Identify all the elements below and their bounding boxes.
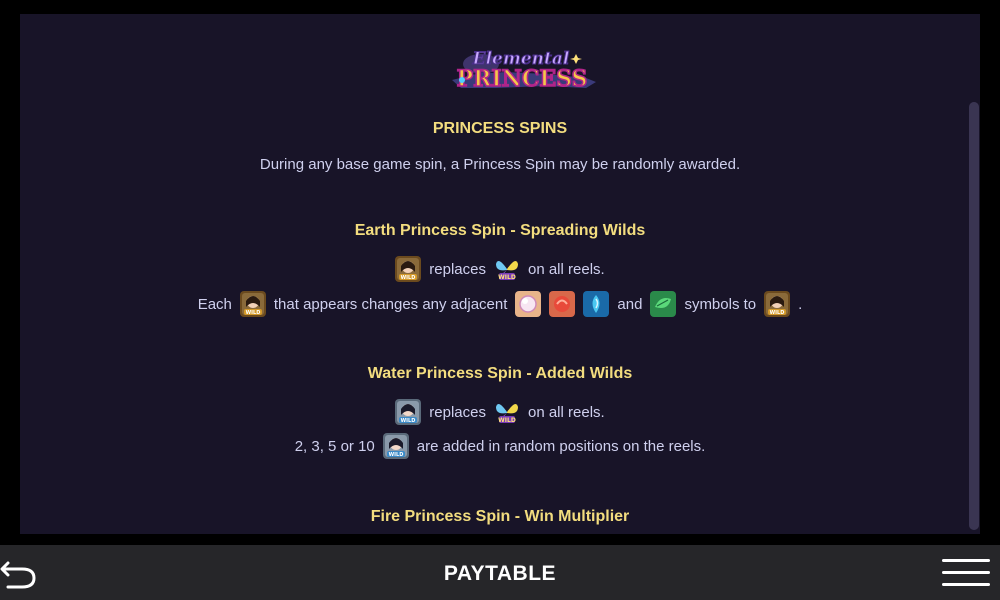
scrollbar[interactable]: [969, 102, 979, 530]
pearl-symbol-icon: [515, 291, 542, 317]
emerald-symbol-icon: [650, 291, 677, 317]
water-spin-line-1: WILD replaces WILD on all reels.: [20, 398, 980, 426]
sapphire-symbol-icon: [583, 291, 610, 317]
svg-text:PRINCESS: PRINCESS: [457, 66, 588, 92]
earth-and-text: and: [617, 295, 643, 313]
earth-spin-heading: Earth Princess Spin - Spreading Wilds: [354, 222, 646, 239]
earth-spin-line-1: WILD replaces WILD on all reels.: [20, 255, 980, 283]
bottom-bar: PAYTABLE: [0, 545, 1000, 600]
paytable-title: PAYTABLE: [443, 562, 557, 585]
hamburger-menu-icon[interactable]: [940, 555, 992, 591]
earth-appears-text: that appears changes any adjacent: [273, 295, 508, 313]
svg-text:WILD: WILD: [498, 274, 516, 281]
earth-princess-wild-symbol-icon: WILD: [764, 291, 791, 317]
earth-each-text: Each: [197, 295, 232, 313]
paytable-panel: Elemental PRINCESS PRINCESS SPINS During…: [20, 14, 980, 534]
water-spin-line-2: 2, 3, 5 or 10 WILD are added in random p…: [20, 432, 980, 460]
water-on-all-reels-text: on all reels.: [527, 403, 605, 421]
svg-text:WILD: WILD: [246, 310, 261, 316]
water-princess-wild-symbol-icon: WILD: [382, 433, 409, 459]
svg-text:WILD: WILD: [388, 452, 403, 458]
svg-text:WILD: WILD: [401, 418, 416, 424]
earth-princess-wild-symbol-icon: WILD: [395, 256, 422, 282]
earth-spin-line-2: Each WILD that appears changes any adjac…: [20, 290, 980, 318]
water-counts-text: 2, 3, 5 or 10: [294, 437, 375, 455]
earth-replaces-text: replaces: [429, 260, 486, 278]
earth-princess-wild-symbol-icon: WILD: [239, 291, 266, 317]
svg-text:WILD: WILD: [401, 275, 416, 281]
earth-on-all-reels-text: on all reels.: [527, 260, 605, 278]
princess-spins-description: During any base game spin, a Princess Sp…: [20, 150, 980, 178]
butterfly-wild-symbol-icon: WILD: [494, 399, 520, 425]
water-princess-wild-symbol-icon: WILD: [395, 399, 422, 425]
butterfly-wild-symbol-icon: WILD: [494, 256, 520, 282]
scrollbar-thumb[interactable]: [969, 102, 979, 530]
svg-text:WILD: WILD: [498, 417, 516, 424]
earth-symbols-to-text: symbols to: [684, 295, 757, 313]
paytable-content: Elemental PRINCESS PRINCESS SPINS During…: [20, 14, 980, 534]
princess-spins-heading: PRINCESS SPINS: [432, 120, 568, 137]
water-added-text: are added in random positions on the ree…: [416, 437, 706, 455]
princess-spins-text: During any base game spin, a Princess Sp…: [259, 155, 741, 173]
game-logo: Elemental PRINCESS: [446, 44, 596, 96]
water-replaces-text: replaces: [429, 403, 486, 421]
earth-period-text: .: [798, 295, 803, 313]
ruby-symbol-icon: [549, 291, 576, 317]
fire-spin-heading: Fire Princess Spin - Win Multiplier: [370, 508, 630, 525]
water-spin-heading: Water Princess Spin - Added Wilds: [367, 365, 633, 382]
svg-text:WILD: WILD: [770, 310, 785, 316]
